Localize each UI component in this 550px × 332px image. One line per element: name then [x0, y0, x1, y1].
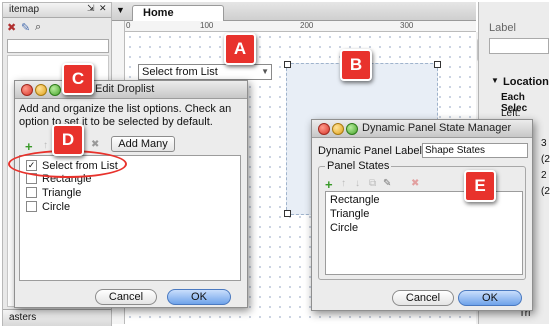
callout-c: C — [62, 63, 94, 95]
label-input[interactable] — [489, 38, 549, 54]
horizontal-ruler: 0 100 200 300 — [124, 21, 476, 32]
move-up-icon[interactable]: ↑ — [341, 178, 346, 189]
ruler-tick: 300 — [400, 21, 414, 30]
ruler-tick: 0 — [126, 21, 131, 30]
delete-icon[interactable]: ✖ — [411, 178, 419, 189]
edit-droplist-title: Edit Droplist — [95, 83, 155, 95]
cancel-label: Cancel — [405, 292, 441, 304]
search-icon[interactable]: ⌕ — [35, 21, 41, 34]
property-value: (2 — [541, 154, 550, 165]
edit-state-icon[interactable]: ✎ — [383, 178, 391, 189]
state-manager-titlebar: Dynamic Panel State Manager — [312, 120, 532, 138]
sitemap-toolbar: ✖ ✎ ⌕ — [3, 19, 111, 37]
ok-button[interactable]: OK — [167, 289, 231, 305]
pin-icon[interactable]: ⇲ — [87, 3, 95, 14]
close-icon[interactable]: ✕ — [99, 3, 107, 14]
droplist-widget[interactable]: Select from List ▼ — [138, 64, 272, 80]
location-heading: Location — [503, 76, 549, 88]
list-item[interactable]: Triangle — [26, 186, 82, 199]
option-checkbox[interactable] — [26, 200, 37, 212]
option-label: Triangle — [42, 187, 82, 199]
ok-label: OK — [191, 291, 207, 303]
chevron-down-icon: ▼ — [261, 67, 269, 76]
ok-label: OK — [482, 292, 498, 304]
list-item[interactable]: Circle — [330, 222, 358, 234]
add-icon[interactable]: + — [325, 177, 333, 192]
callout-a: A — [224, 33, 256, 65]
zoom-window-icon[interactable] — [49, 84, 61, 96]
duplicate-icon[interactable]: ⧉ — [369, 178, 376, 189]
callout-b: B — [340, 49, 372, 81]
list-item[interactable]: Rectangle — [330, 194, 380, 206]
state-manager-dialog: Dynamic Panel State Manager Dynamic Pane… — [311, 119, 533, 311]
droplist-widget-value: Select from List — [142, 66, 218, 78]
zoom-window-icon[interactable] — [346, 123, 358, 135]
move-down-icon[interactable]: ↓ — [355, 178, 360, 189]
panel-label-input[interactable]: Shape States — [422, 143, 528, 158]
sitemap-panel-title: itemap — [9, 4, 40, 15]
sitemap-panel-header: itemap ⇲ ✕ — [3, 3, 111, 18]
panel-label-caption: Dynamic Panel Label: — [318, 145, 426, 157]
ok-button[interactable]: OK — [458, 290, 522, 306]
panel-states-heading: Panel States — [325, 160, 392, 172]
option-label: Circle — [42, 201, 71, 213]
canvas-tab-bar: ▼ Home — [112, 2, 476, 22]
tab-menu-icon[interactable]: ▼ — [116, 5, 125, 15]
add-many-button[interactable]: Add Many — [111, 136, 175, 152]
close-window-icon[interactable] — [21, 84, 33, 96]
left-label: Left: — [501, 108, 521, 119]
minimize-window-icon[interactable] — [35, 84, 47, 96]
cancel-label: Cancel — [108, 291, 144, 303]
state-manager-title: Dynamic Panel State Manager — [362, 122, 512, 134]
disclosure-triangle-icon[interactable]: ▼ — [491, 76, 499, 85]
tab-home[interactable]: Home — [132, 5, 224, 22]
property-value: 3 — [541, 138, 547, 149]
add-many-label: Add Many — [118, 138, 168, 150]
callout-d: D — [52, 124, 84, 156]
move-up-icon[interactable]: ↑ — [43, 140, 48, 151]
minimize-window-icon[interactable] — [332, 123, 344, 135]
panel-states-list[interactable]: Rectangle Triangle Circle — [325, 191, 523, 275]
list-item[interactable]: Circle — [26, 200, 71, 213]
edit-page-icon[interactable]: ✎ — [21, 21, 30, 34]
edit-droplist-dialog: Edit Droplist Add and organize the list … — [14, 80, 248, 308]
cancel-button[interactable]: Cancel — [95, 289, 157, 305]
label-heading: Label — [489, 22, 516, 34]
callout-e: E — [464, 170, 496, 202]
ruler-tick: 100 — [200, 21, 214, 30]
property-value: 2 — [541, 170, 547, 181]
delete-page-icon[interactable]: ✖ — [7, 21, 16, 34]
ruler-tick: 200 — [300, 21, 314, 30]
panel-label-value: Shape States — [425, 145, 486, 156]
resize-handle[interactable] — [284, 61, 291, 68]
property-value: (2 — [541, 186, 550, 197]
list-item[interactable]: Triangle — [330, 208, 369, 220]
edit-droplist-titlebar: Edit Droplist — [15, 81, 247, 99]
tab-home-label: Home — [143, 7, 174, 19]
sitemap-filter-input[interactable] — [7, 39, 109, 53]
masters-panel-header: asters — [3, 309, 111, 326]
resize-handle[interactable] — [284, 210, 291, 217]
close-window-icon[interactable] — [318, 123, 330, 135]
cancel-button[interactable]: Cancel — [392, 290, 454, 306]
resize-handle[interactable] — [434, 61, 441, 68]
delete-many-icon[interactable]: ✖ — [91, 139, 99, 150]
masters-panel-title: asters — [9, 312, 37, 323]
option-checkbox[interactable] — [26, 186, 37, 198]
